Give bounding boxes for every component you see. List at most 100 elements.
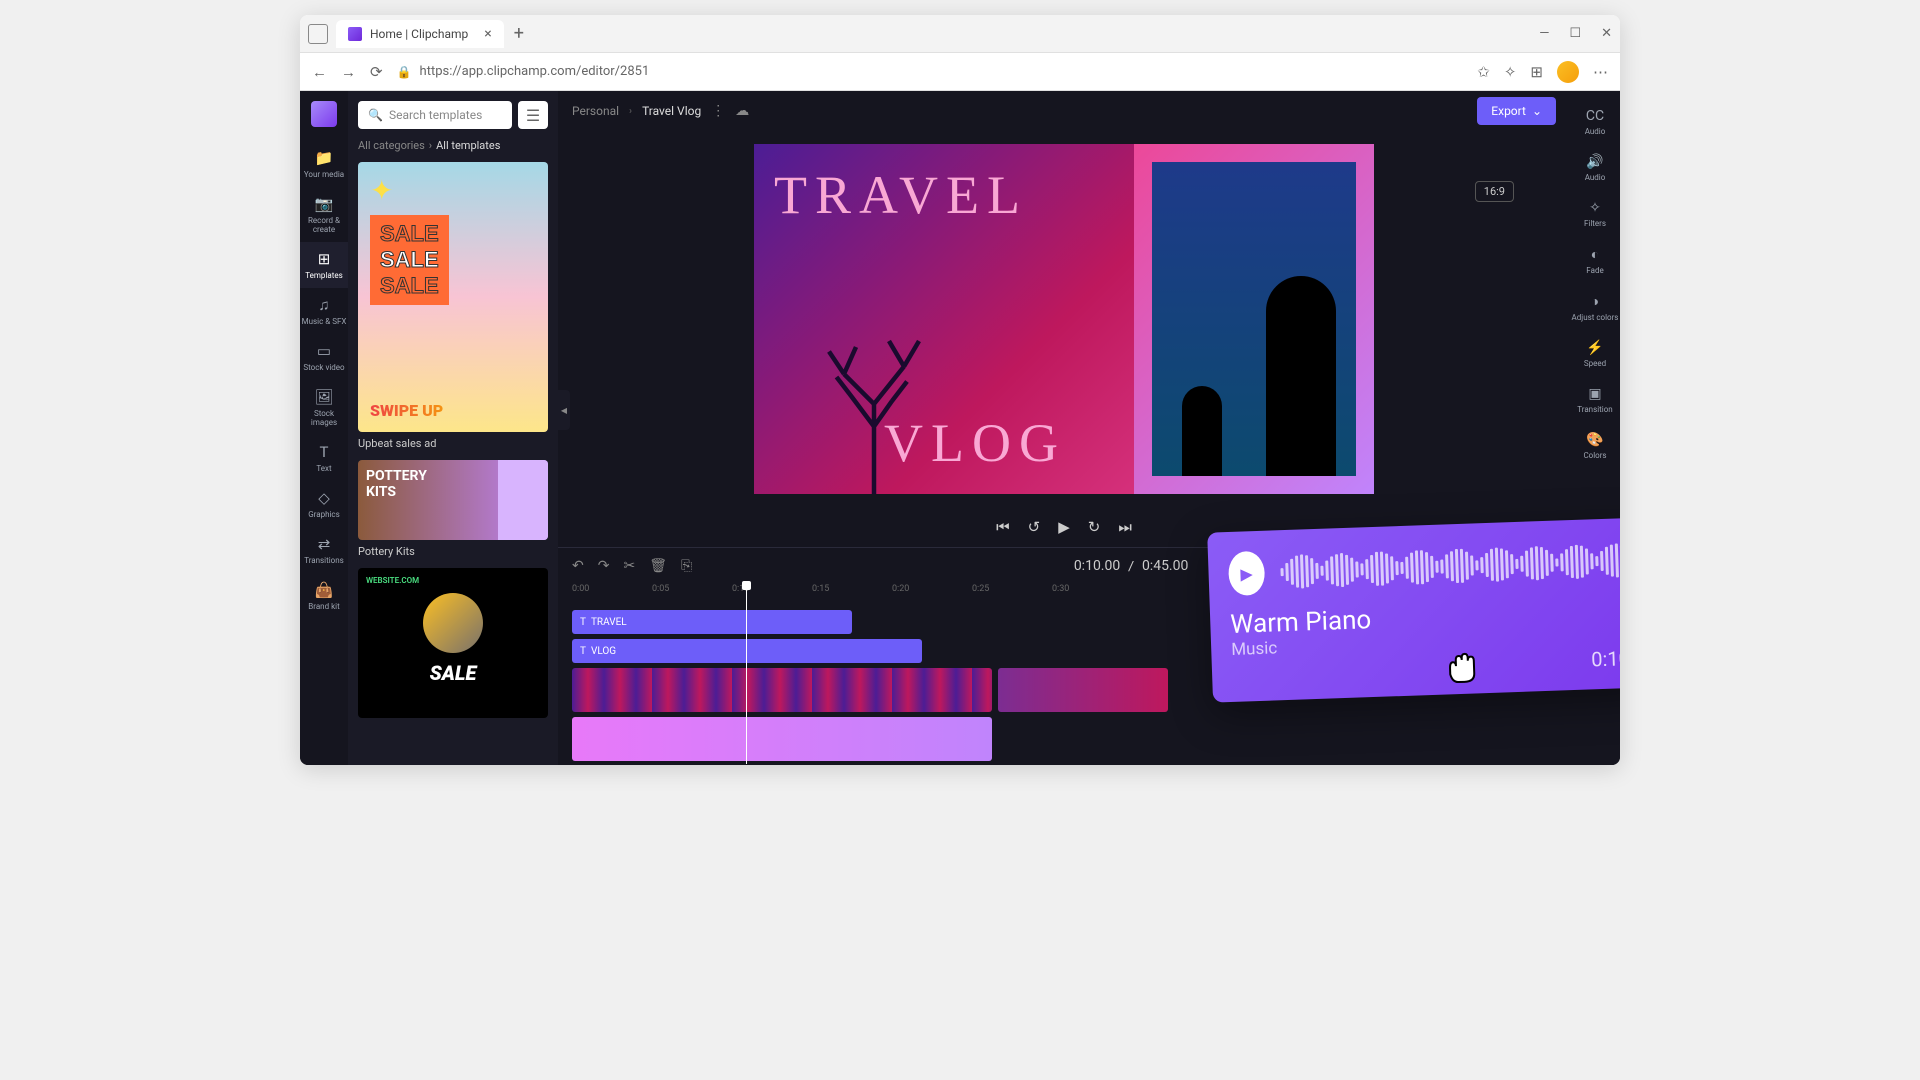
ruler-tick: 0:25 (972, 584, 1052, 606)
audio-play-button[interactable]: ▶ (1228, 551, 1266, 596)
chevron-down-icon: ⌄ (1532, 104, 1542, 118)
maximize-icon[interactable]: ☐ (1569, 26, 1581, 41)
collections-icon[interactable]: ✧ (1504, 63, 1517, 81)
speaker-icon: 🔊 (1586, 154, 1603, 170)
chevron-right-icon: › (429, 139, 432, 152)
cc-icon: CC (1586, 108, 1604, 124)
tool-audio[interactable]: 🔊Audio (1570, 147, 1620, 189)
template-card[interactable]: ✦ SALE SALE SALE SWIPE UP Upbeat sales a… (358, 162, 548, 450)
audio-drag-card[interactable]: ▶ Warm Piano Music 0:10 (1207, 517, 1620, 702)
tool-adjust-colors[interactable]: ◑Adjust colors (1570, 286, 1620, 329)
tool-transition[interactable]: ▣Transition (1570, 379, 1620, 421)
close-window-icon[interactable]: ✕ (1601, 26, 1612, 41)
aspect-ratio-button[interactable]: 16:9 (1475, 181, 1514, 202)
redo-icon[interactable]: ↷ (598, 558, 610, 574)
nav-text[interactable]: TText (300, 435, 348, 481)
filter-button[interactable]: ☰ (518, 101, 548, 129)
timecode: 0:10.00 / 0:45.00 (1074, 558, 1189, 574)
ruler-tick: 0:05 (652, 584, 732, 606)
breadcrumb-parent[interactable]: All categories (358, 139, 425, 152)
rewind-icon[interactable]: ↺ (1028, 518, 1041, 536)
nav-music-sfx[interactable]: ♫Music & SFX (300, 288, 348, 334)
waveform-icon (1280, 540, 1620, 592)
favorite-icon[interactable]: ✩ (1477, 63, 1490, 81)
address-bar: ← → ⟳ 🔒 https://app.clipchamp.com/editor… (300, 53, 1620, 91)
search-icon: 🔍 (368, 108, 383, 122)
video-clip[interactable] (572, 668, 992, 712)
editor-topbar: Personal › Travel Vlog ⋮ ☁ Export ⌄ (558, 91, 1570, 131)
export-button[interactable]: Export ⌄ (1477, 97, 1556, 125)
templates-icon: ⊞ (318, 250, 331, 268)
nav-stock-images[interactable]: 🖼Stock images (300, 380, 348, 435)
split-icon[interactable]: ✂ (623, 558, 635, 574)
tab-overview-icon[interactable] (308, 24, 328, 44)
editor-app: 📁Your media📷Record & create⊞Templates♫Mu… (300, 91, 1620, 765)
text-clip-vlog[interactable]: T VLOG (572, 639, 922, 663)
back-icon[interactable]: ← (312, 63, 327, 81)
transitions-icon: ⇄ (318, 535, 331, 553)
text-icon: T (580, 617, 586, 628)
nav-transitions[interactable]: ⇄Transitions (300, 527, 348, 573)
minimize-icon[interactable]: — (1539, 26, 1549, 41)
browser-tab[interactable]: Home | Clipchamp × (336, 20, 504, 48)
nav-templates[interactable]: ⊞Templates (300, 242, 348, 288)
text-clip-travel[interactable]: T TRAVEL (572, 610, 852, 634)
video-icon: ▭ (317, 342, 331, 360)
new-tab-button[interactable]: + (514, 23, 524, 44)
skip-end-icon[interactable]: ⏭ (1118, 518, 1132, 536)
search-input[interactable]: 🔍 Search templates (358, 101, 512, 129)
video-clip[interactable] (998, 668, 1168, 712)
tool-fade[interactable]: ◐Fade (1570, 239, 1620, 282)
tool-audio[interactable]: CCAudio (1570, 101, 1620, 143)
template-card[interactable]: WEBSITE.COM SALE (358, 568, 548, 718)
more-icon[interactable]: ⋯ (1593, 63, 1608, 81)
close-tab-icon[interactable]: × (484, 26, 491, 42)
ruler-tick: 0:30 (1052, 584, 1132, 606)
url-field[interactable]: 🔒 https://app.clipchamp.com/editor/2851 (397, 64, 1464, 79)
transition-icon: ▣ (1588, 386, 1601, 402)
play-icon[interactable]: ▶ (1058, 518, 1070, 536)
nav-brand-kit[interactable]: 👜Brand kit (300, 573, 348, 619)
profile-avatar[interactable] (1557, 61, 1579, 83)
video-clip[interactable] (572, 717, 992, 761)
template-thumbnail: WEBSITE.COM SALE (358, 568, 548, 718)
skip-start-icon[interactable]: ⏮ (996, 518, 1010, 536)
duplicate-icon[interactable]: ⎘ (681, 558, 692, 574)
filter-icon: ☰ (526, 106, 540, 125)
primary-nav: 📁Your media📷Record & create⊞Templates♫Mu… (300, 91, 348, 765)
project-name[interactable]: Travel Vlog (642, 104, 701, 118)
nav-record-create[interactable]: 📷Record & create (300, 187, 348, 242)
url-text: https://app.clipchamp.com/editor/2851 (420, 64, 650, 79)
filters-icon: ✧ (1589, 200, 1601, 216)
templates-panel: 🔍 Search templates ☰ All categories › Al… (348, 91, 558, 765)
undo-icon[interactable]: ↶ (572, 558, 584, 574)
breadcrumb-root[interactable]: Personal (572, 104, 619, 118)
tool-filters[interactable]: ✧Filters (1570, 193, 1620, 235)
delete-icon[interactable]: 🗑 (649, 558, 667, 574)
video-canvas[interactable]: TRAVEL VLOG (754, 144, 1374, 494)
tool-colors[interactable]: 🎨Colors (1570, 425, 1620, 467)
grab-cursor-icon (1441, 649, 1482, 686)
template-card[interactable]: POTTERY KITS Pottery Kits (358, 460, 548, 558)
ruler-tick: 0:00 (572, 584, 652, 606)
adjust-icon: ◑ (1591, 293, 1599, 310)
extensions-icon[interactable]: ⊞ (1530, 63, 1543, 81)
canvas-photo (1152, 162, 1356, 476)
text-icon: T (580, 646, 586, 657)
cloud-sync-icon[interactable]: ☁ (735, 103, 749, 119)
app-logo-icon[interactable] (311, 101, 337, 127)
forward-icon[interactable]: → (341, 63, 356, 81)
favicon-icon (348, 27, 362, 41)
nav-stock-video[interactable]: ▭Stock video (300, 334, 348, 380)
playhead[interactable] (746, 584, 747, 764)
nav-your-media[interactable]: 📁Your media (300, 141, 348, 187)
lock-icon: 🔒 (397, 65, 412, 79)
template-thumbnail: ✦ SALE SALE SALE SWIPE UP (358, 162, 548, 432)
ruler-tick: 0:20 (892, 584, 972, 606)
refresh-icon[interactable]: ⟳ (370, 63, 383, 81)
tool-speed[interactable]: ⚡Speed (1570, 333, 1620, 375)
nav-graphics[interactable]: ◇Graphics (300, 481, 348, 527)
forward-icon[interactable]: ↻ (1088, 518, 1101, 536)
graphics-icon: ◇ (318, 489, 330, 507)
more-options-icon[interactable]: ⋮ (711, 103, 725, 119)
